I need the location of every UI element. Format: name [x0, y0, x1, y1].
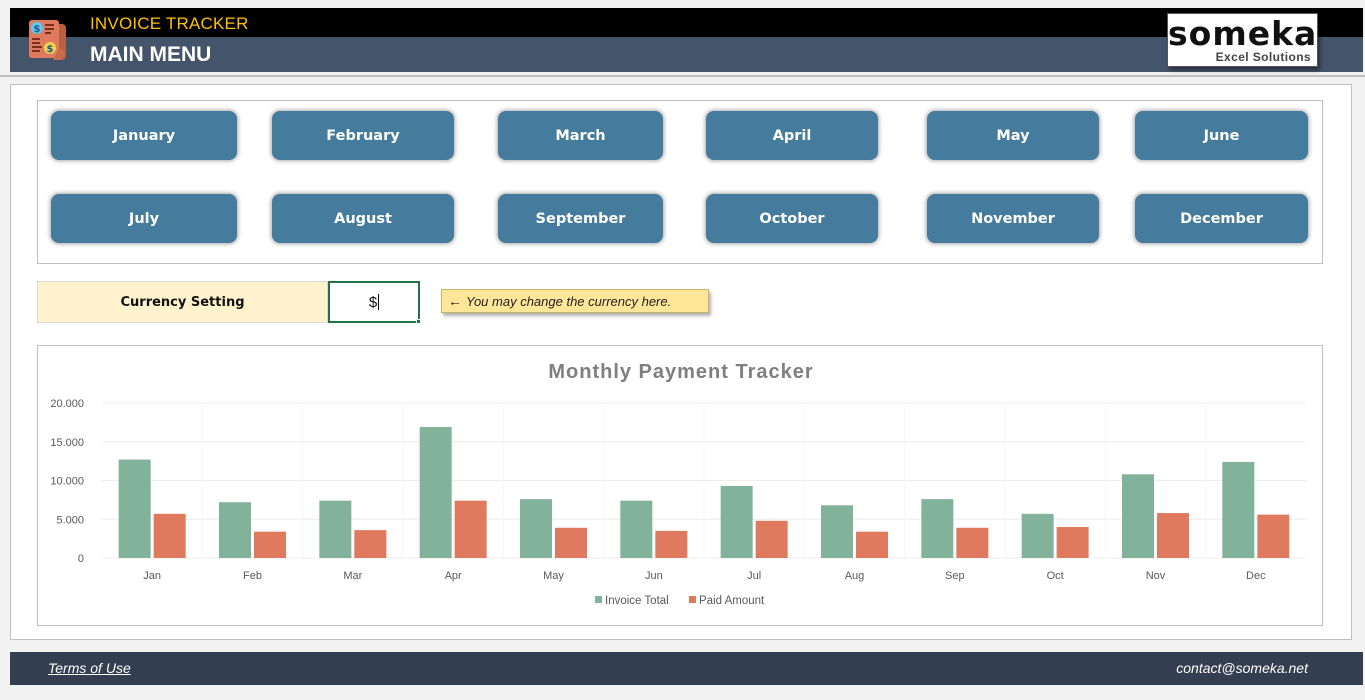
page-title: MAIN MENU: [90, 43, 212, 66]
bar-invoice-total: [118, 459, 151, 558]
header-divider: [0, 75, 1365, 77]
bar-paid-amount: [1257, 514, 1290, 558]
month-button-march[interactable]: March: [498, 111, 663, 160]
month-button-january[interactable]: January: [51, 111, 237, 160]
bar-invoice-total: [720, 485, 753, 558]
month-button-october[interactable]: October: [706, 194, 878, 243]
bar-invoice-total: [921, 499, 954, 558]
someka-logo[interactable]: someka Excel Solutions: [1167, 13, 1318, 67]
monthly-payment-chart[interactable]: Monthly Payment Tracker 0 5.000 10.000 15.00…: [37, 345, 1323, 626]
bar-paid-amount: [1157, 513, 1189, 558]
currency-value: $: [368, 293, 378, 311]
y-tick-label: 5.000: [56, 514, 84, 526]
currency-hint-note: ← You may change the currency here.: [441, 289, 709, 313]
bar-paid-amount: [956, 527, 989, 558]
bar-invoice-total: [419, 427, 452, 558]
x-tick-label: Mar: [343, 570, 362, 582]
footer-bar: Terms of Use contact@someka.net: [10, 652, 1363, 685]
bar-invoice-total: [821, 505, 853, 558]
svg-text:$: $: [47, 44, 54, 55]
header-bar: $ $ INVOICE TRACKER MAIN MENU someka Exc…: [10, 8, 1363, 72]
x-tick-label: Nov: [1146, 570, 1166, 582]
svg-text:$: $: [34, 24, 41, 35]
bar-paid-amount: [655, 530, 688, 558]
month-buttons-panel: January February March April May June Ju…: [37, 100, 1323, 264]
bar-paid-amount: [153, 513, 186, 558]
chart-canvas: Monthly Payment Tracker 0 5.000 10.000 15.00…: [50, 361, 1306, 607]
bar-invoice-total: [1122, 474, 1154, 558]
x-tick-label: Dec: [1246, 570, 1266, 582]
x-tick-label: Sep: [945, 570, 965, 582]
legend-swatch-paid-amount: [689, 596, 696, 603]
currency-input[interactable]: $: [328, 281, 420, 323]
x-tick-label: Aug: [845, 570, 865, 582]
x-tick-label: Oct: [1047, 570, 1064, 582]
bar-paid-amount: [1056, 527, 1089, 558]
month-button-may[interactable]: May: [927, 111, 1099, 160]
chart-title: Monthly Payment Tracker: [548, 361, 813, 383]
x-tick-label: Jun: [645, 570, 663, 582]
bar-invoice-total: [219, 502, 251, 558]
currency-setting-label: Currency Setting: [37, 281, 328, 323]
x-tick-label: Feb: [243, 570, 262, 582]
bar-invoice-total: [1021, 513, 1054, 558]
month-button-june[interactable]: June: [1135, 111, 1308, 160]
legend-label-invoice-total: Invoice Total: [605, 595, 669, 607]
currency-hint-text: You may change the currency here.: [466, 293, 672, 309]
bar-paid-amount: [555, 527, 587, 558]
x-tick-label: Jan: [143, 570, 161, 582]
logo-tagline: Excel Solutions: [1215, 50, 1311, 64]
x-tick-label: May: [543, 570, 564, 582]
text-cursor: [378, 294, 380, 310]
contact-email[interactable]: contact@someka.net: [1176, 660, 1308, 676]
legend-label-paid-amount: Paid Amount: [699, 595, 765, 607]
bar-paid-amount: [755, 520, 788, 558]
month-button-april[interactable]: April: [706, 111, 878, 160]
app-title: INVOICE TRACKER: [90, 14, 249, 33]
month-button-august[interactable]: August: [272, 194, 454, 243]
y-tick-label: 10.000: [50, 476, 84, 488]
month-button-december[interactable]: December: [1135, 194, 1308, 243]
bar-paid-amount: [254, 531, 286, 558]
terms-of-use-link[interactable]: Terms of Use: [48, 660, 131, 676]
bar-invoice-total: [620, 500, 653, 558]
bar-invoice-total: [1222, 461, 1255, 558]
cell-fill-handle[interactable]: [416, 319, 421, 324]
month-button-november[interactable]: November: [927, 194, 1099, 243]
arrow-left-icon: ←: [448, 293, 462, 309]
logo-wordmark: someka: [1168, 14, 1318, 53]
month-button-february[interactable]: February: [272, 111, 454, 160]
month-button-september[interactable]: September: [498, 194, 663, 243]
bar-paid-amount: [856, 531, 888, 558]
month-button-july[interactable]: July: [51, 194, 237, 243]
bar-invoice-total: [319, 500, 352, 558]
y-tick-label: 15.000: [50, 437, 84, 449]
main-panel: January February March April May June Ju…: [10, 84, 1352, 640]
x-tick-label: Jul: [747, 570, 761, 582]
y-tick-label: 0: [78, 553, 84, 565]
invoice-receipt-icon: $ $: [29, 20, 66, 60]
bar-invoice-total: [520, 499, 552, 558]
bar-paid-amount: [354, 530, 387, 558]
x-tick-label: Apr: [445, 570, 462, 582]
header-bottom-band: [10, 37, 1363, 72]
bar-paid-amount: [454, 500, 487, 558]
legend-swatch-invoice-total: [595, 596, 602, 603]
y-tick-label: 20.000: [50, 398, 84, 410]
